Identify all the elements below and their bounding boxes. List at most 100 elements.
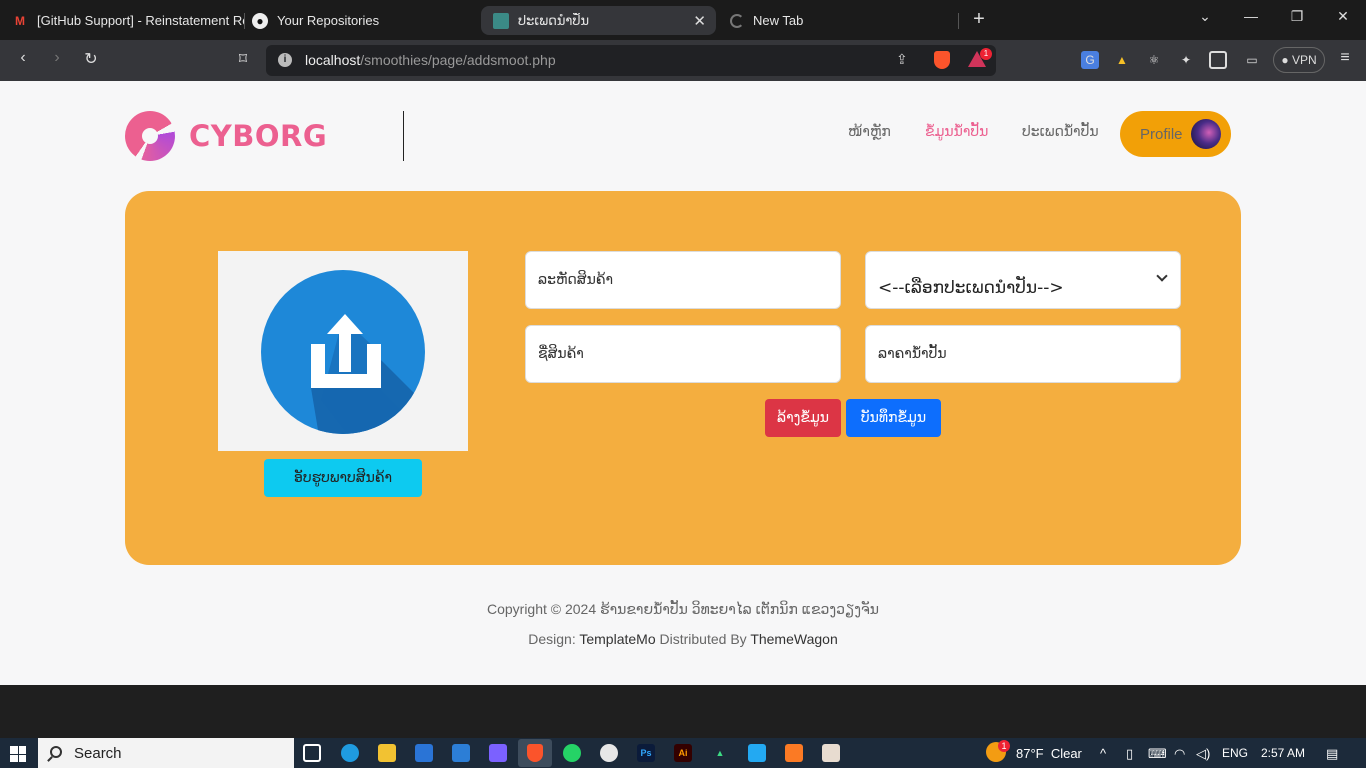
- windows-start-icon[interactable]: [10, 746, 26, 762]
- app-icon[interactable]: [822, 744, 840, 762]
- page-content: CYBORG ໜ້າຫຼັກ ຂໍ້ມູນນ້ຳປັ້ນ ປະເພດນ້ຳປັ້…: [0, 81, 1366, 685]
- translate-extension-icon[interactable]: G: [1081, 51, 1099, 69]
- chevron-down-icon: [1156, 270, 1168, 282]
- minimize-icon[interactable]: —: [1240, 8, 1262, 24]
- smoothie-type-select[interactable]: <--ເລືອກປະເພດນຳປັນ-->: [865, 251, 1181, 309]
- select-value: <--ເລືອກປະເພດນຳປັນ-->: [878, 278, 1064, 298]
- url-text[interactable]: localhost/smoothies/page/addsmoot.php: [305, 52, 556, 68]
- whatsapp-icon[interactable]: [563, 744, 581, 762]
- react-devtools-icon[interactable]: ⚛: [1145, 51, 1163, 69]
- distributed-prefix: Distributed By: [659, 631, 747, 647]
- forward-arrow-icon[interactable]: ›: [46, 49, 68, 67]
- mail-icon[interactable]: [452, 744, 470, 762]
- add-product-panel: ອັບຮູບພາບສິນຄ້າ ລະຫັດສິນຄ້າ <--ເລືອກປະເພ…: [125, 191, 1241, 565]
- vscode-icon[interactable]: [748, 744, 766, 762]
- product-name-input[interactable]: ຊື່ສິນຄ້າ: [525, 325, 841, 383]
- tray-app-icon[interactable]: ▯: [1126, 746, 1133, 762]
- tab-search-chevron-icon[interactable]: ⌄: [1194, 8, 1216, 25]
- cyborg-logo-icon: [125, 111, 175, 161]
- menu-hamburger-icon[interactable]: ≡: [1334, 49, 1356, 67]
- design-prefix: Design:: [528, 631, 576, 647]
- vpn-label: VPN: [1291, 53, 1317, 67]
- tab-new-tab[interactable]: New Tab: [718, 6, 958, 35]
- loading-icon: [730, 13, 744, 28]
- tab-github-support[interactable]: M [GitHub Support] - Reinstatement Re: [0, 6, 244, 35]
- save-button[interactable]: ບັນທຶກຂໍ້ມູນ: [846, 399, 941, 437]
- footer-credits: Design: TemplateMo Distributed By ThemeW…: [0, 631, 1366, 647]
- tab-separator: [958, 13, 959, 29]
- nav-smoothie-types[interactable]: ປະເພດນ້ຳປັ້ນ: [1022, 124, 1099, 140]
- site-logo[interactable]: CYBORG: [125, 111, 327, 161]
- tab-title: Your Repositories: [277, 13, 380, 28]
- photoshop-icon[interactable]: Ps: [637, 744, 655, 762]
- taskbar-search-box[interactable]: Search: [38, 738, 294, 768]
- avatar: [1191, 119, 1221, 149]
- tab-active-page[interactable]: ປະເພດນຳປັ່ນ ✕: [481, 6, 716, 35]
- copilot-icon[interactable]: [489, 744, 507, 762]
- browser-toolbar: ‹ › ↻ ⌑ i localhost/smoothies/page/addsm…: [0, 40, 1366, 81]
- bookmark-icon[interactable]: ⌑: [232, 49, 254, 69]
- store-icon[interactable]: [415, 744, 433, 762]
- wifi-icon[interactable]: ◠: [1174, 746, 1185, 762]
- price-input[interactable]: ລາຄານ້ຳປັ້ນ: [865, 325, 1181, 383]
- search-icon: [50, 746, 62, 758]
- google-drive-icon[interactable]: ▲: [1113, 51, 1131, 69]
- whatsapp-web-icon[interactable]: [600, 744, 618, 762]
- tab-title: ປະເພດນຳປັ່ນ: [518, 12, 590, 28]
- illustrator-icon[interactable]: Ai: [674, 744, 692, 762]
- product-image-preview[interactable]: [218, 251, 468, 451]
- site-info-icon[interactable]: i: [278, 53, 292, 67]
- extensions-puzzle-icon[interactable]: ✦: [1177, 51, 1195, 69]
- footer-copyright: Copyright © 2024 ຮ້ານຂາຍນ້ຳປັ້ນ ວິທະຍາໄລ…: [486, 601, 880, 617]
- rewards-badge: 1: [980, 48, 992, 60]
- restore-icon[interactable]: ❐: [1286, 8, 1308, 25]
- ime-icon[interactable]: ⌨: [1148, 746, 1167, 762]
- weather-badge: 1: [998, 740, 1010, 752]
- close-window-icon[interactable]: ✕: [1332, 8, 1354, 25]
- brave-shields-icon[interactable]: [934, 51, 950, 69]
- url-host: localhost: [305, 52, 361, 68]
- wallet-icon[interactable]: ▭: [1243, 51, 1261, 69]
- xampp-icon[interactable]: [785, 744, 803, 762]
- tab-your-repositories[interactable]: ● Your Repositories: [240, 6, 480, 35]
- address-bar[interactable]: i localhost/smoothies/page/addsmoot.php …: [266, 45, 996, 76]
- upload-image-button[interactable]: ອັບຮູບພາບສິນຄ້າ: [264, 459, 422, 497]
- tray-chevron-up-icon[interactable]: ^: [1100, 746, 1106, 761]
- windows-taskbar: Search Ps Ai ▲ 1 87°F Clear ^ ▯ ⌨ ◠ ◁) E…: [0, 738, 1366, 768]
- site-favicon-icon: [493, 12, 509, 29]
- profile-button[interactable]: Profile: [1120, 111, 1231, 157]
- profile-label: Profile: [1140, 125, 1183, 143]
- themewagon-link[interactable]: ThemeWagon: [750, 631, 837, 647]
- new-tab-plus-icon[interactable]: +: [968, 8, 990, 31]
- brave-taskbar-icon[interactable]: [518, 739, 552, 767]
- nav-smoothie-data[interactable]: ຂໍ້ມູນນ້ຳປັ້ນ: [925, 124, 988, 140]
- notifications-icon[interactable]: ▤: [1326, 746, 1338, 762]
- back-arrow-icon[interactable]: ‹: [12, 49, 34, 67]
- clock[interactable]: 2:57 AM: [1261, 746, 1305, 760]
- logo-text: CYBORG: [189, 119, 328, 153]
- weather-text[interactable]: 87°F Clear: [1016, 746, 1082, 761]
- sidebar-toggle-icon[interactable]: [1209, 51, 1227, 69]
- github-icon: ●: [252, 12, 268, 29]
- file-explorer-icon[interactable]: [378, 744, 396, 762]
- gmail-icon: M: [15, 13, 25, 28]
- tab-title: [GitHub Support] - Reinstatement Re: [37, 13, 244, 28]
- vpn-button[interactable]: ● VPN: [1273, 47, 1325, 73]
- edge-icon[interactable]: [341, 744, 359, 762]
- close-tab-icon[interactable]: ✕: [693, 12, 706, 30]
- url-path: /smoothies/page/addsmoot.php: [360, 52, 556, 68]
- nav-divider: [403, 111, 404, 161]
- tab-title: New Tab: [753, 13, 804, 28]
- share-icon[interactable]: ⇪: [896, 51, 908, 68]
- volume-icon[interactable]: ◁): [1196, 746, 1210, 762]
- reload-icon[interactable]: ↻: [80, 49, 102, 69]
- language-indicator[interactable]: ENG: [1222, 746, 1248, 760]
- page-bottom-area: [0, 685, 1366, 738]
- nav-home[interactable]: ໜ້າຫຼັກ: [848, 124, 891, 140]
- task-view-icon[interactable]: [303, 744, 321, 762]
- templatemo-link[interactable]: TemplateMo: [579, 631, 655, 647]
- android-studio-icon[interactable]: ▲: [711, 744, 729, 762]
- clear-button[interactable]: ລ້າງຂໍ້ມູນ: [765, 399, 841, 437]
- product-code-input[interactable]: ລະຫັດສິນຄ້າ: [525, 251, 841, 309]
- upload-icon: [261, 270, 425, 434]
